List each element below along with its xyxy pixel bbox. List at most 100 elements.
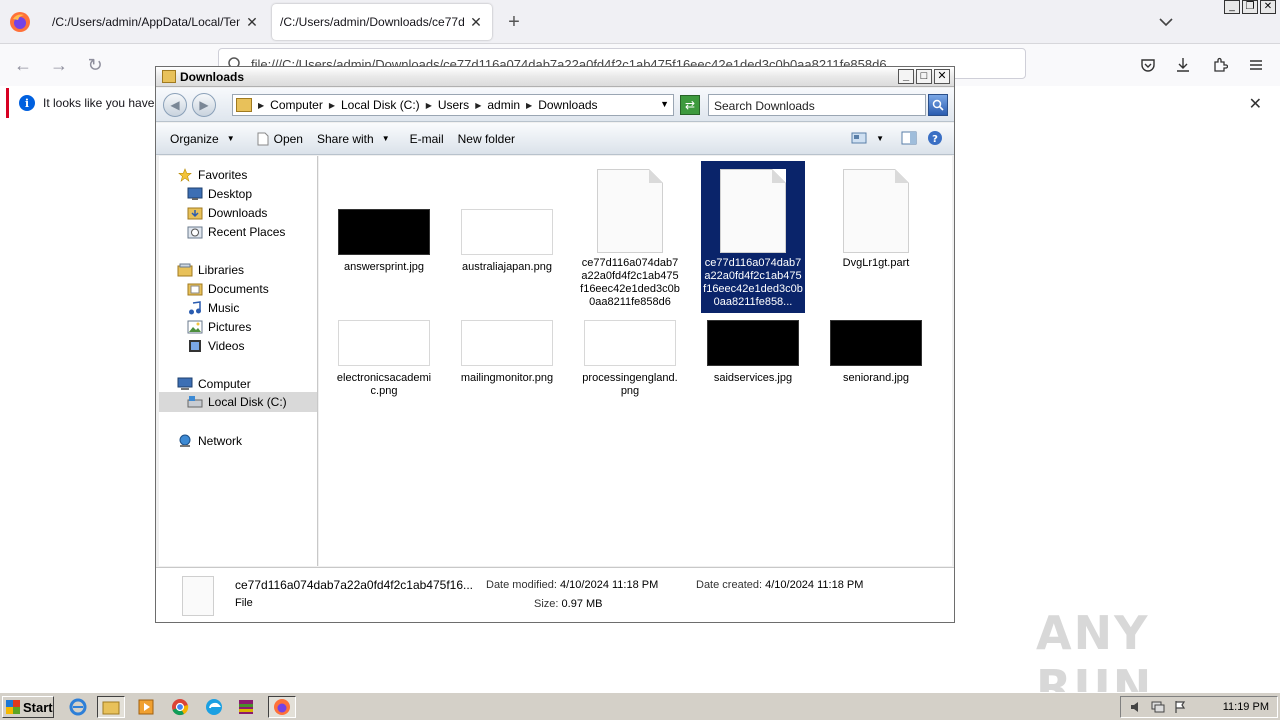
taskbar-explorer[interactable]	[97, 696, 125, 718]
breadcrumb-users[interactable]: Users ▶	[438, 98, 482, 112]
nav-item-documents[interactable]: Documents	[187, 280, 269, 298]
breadcrumb-downloads[interactable]: Downloads	[538, 98, 597, 112]
extensions-icon[interactable]	[1209, 54, 1231, 76]
restore-button[interactable]: ❐	[1242, 0, 1258, 14]
breadcrumb-computer[interactable]: Computer ▶	[270, 98, 335, 112]
pocket-icon[interactable]	[1137, 54, 1159, 76]
file-item[interactable]: electronicsacademic.png	[332, 320, 436, 400]
open-button[interactable]: Open	[257, 132, 303, 146]
help-icon[interactable]: ?	[926, 130, 944, 146]
change-view-icon[interactable]	[850, 130, 868, 146]
close-tab-icon[interactable]: ✕	[468, 14, 484, 30]
chevron-right-icon[interactable]: ▶	[475, 101, 481, 110]
minimize-button[interactable]: _	[1224, 0, 1240, 14]
new-tab-button[interactable]: +	[502, 10, 526, 34]
chevron-right-icon[interactable]: ▶	[329, 101, 335, 110]
nav-item-downloads[interactable]: Downloads	[187, 204, 267, 222]
nav-item-music[interactable]: Music	[187, 299, 239, 317]
nav-label: Downloads	[208, 206, 268, 220]
firefox-logo-icon[interactable]	[6, 8, 34, 36]
nav-item-pictures[interactable]: Pictures	[187, 318, 251, 336]
breadcrumb-label: admin	[487, 98, 521, 112]
address-bar[interactable]: ▶ Computer ▶ Local Disk (C:) ▶ Users ▶ admi…	[232, 94, 674, 116]
file-item[interactable]: processingengland.png	[578, 320, 682, 400]
menu-icon[interactable]	[1245, 54, 1267, 76]
date-created-value: 4/10/2024 11:18 PM	[765, 579, 864, 591]
close-window-button[interactable]: ✕	[1260, 0, 1276, 14]
folder-icon	[236, 98, 252, 112]
folder-icon	[102, 701, 120, 715]
clock: 11:19 PM	[1222, 701, 1269, 713]
organize-button[interactable]: Organize ▼	[170, 132, 235, 146]
new-folder-button[interactable]: New folder	[458, 132, 515, 146]
file-item[interactable]: DvgLr1gt.part	[824, 161, 928, 311]
details-date-created: Date created: 4/10/2024 11:18 PM	[696, 579, 863, 591]
tab-title: /C:/Users/admin/Downloads/ce77d116a...	[280, 15, 464, 29]
file-item[interactable]: answersprint.jpg	[332, 161, 436, 311]
file-item[interactable]: mailingmonitor.png	[455, 320, 559, 400]
maximize-button[interactable]: □	[916, 69, 932, 84]
nav-item-favorites[interactable]: Favorites	[177, 166, 247, 184]
chevron-down-icon[interactable]: ▼	[660, 99, 669, 109]
forward-arrow-icon[interactable]: →	[48, 54, 70, 76]
file-name: ce77d116a074dab7a22a0fd4f2c1ab475f16eec4…	[703, 257, 803, 308]
details-file-type: File	[235, 597, 253, 609]
taskbar-media-player[interactable]	[132, 696, 160, 718]
start-button[interactable]: Start	[2, 696, 54, 718]
breadcrumb-local-disk[interactable]: Local Disk (C:) ▶	[341, 98, 432, 112]
taskbar-edge[interactable]	[200, 696, 228, 718]
chevron-right-icon[interactable]: ▶	[258, 101, 264, 110]
download-icon[interactable]	[1172, 54, 1194, 76]
taskbar-chrome[interactable]	[166, 696, 194, 718]
tab-list-chevron-icon[interactable]	[1156, 12, 1176, 32]
browser-tab[interactable]: /C:/Users/admin/AppData/Local/Temp/... ✕	[44, 4, 268, 40]
breadcrumb-label: Computer	[270, 98, 323, 112]
file-item[interactable]: australiajapan.png	[455, 161, 559, 311]
back-arrow-icon[interactable]: ◀	[163, 93, 187, 117]
tab-title: /C:/Users/admin/AppData/Local/Temp/...	[52, 15, 240, 29]
nav-item-recent-places[interactable]: Recent Places	[187, 223, 285, 241]
nav-item-videos[interactable]: Videos	[187, 337, 244, 355]
search-input[interactable]: Search Downloads	[708, 94, 926, 116]
nav-label: Libraries	[198, 263, 245, 277]
nav-item-libraries[interactable]: Libraries	[177, 261, 244, 279]
close-window-button[interactable]: ✕	[934, 69, 950, 84]
back-arrow-icon[interactable]: ←	[12, 54, 34, 76]
taskbar: Start 11:19 PM	[0, 692, 1280, 720]
chevron-right-icon[interactable]: ▶	[426, 101, 432, 110]
forward-arrow-icon[interactable]: ▶	[192, 93, 216, 117]
chevron-down-icon[interactable]: ▼	[876, 134, 884, 143]
nav-label: Videos	[208, 339, 245, 353]
chevron-right-icon[interactable]: ▶	[526, 101, 532, 110]
flag-icon[interactable]	[1173, 700, 1187, 714]
search-icon[interactable]	[928, 94, 948, 116]
nav-item-computer[interactable]: Computer	[177, 375, 251, 393]
taskbar-firefox[interactable]	[268, 696, 296, 718]
share-with-button[interactable]: Share with ▼	[317, 132, 390, 146]
file-item[interactable]: ce77d116a074dab7a22a0fd4f2c1ab475f16eec4…	[578, 161, 682, 311]
nav-item-desktop[interactable]: Desktop	[187, 185, 252, 203]
volume-icon[interactable]	[1129, 700, 1143, 714]
folder-icon	[162, 70, 176, 83]
breadcrumb-admin[interactable]: admin ▶	[487, 98, 532, 112]
taskbar-internet-explorer[interactable]	[64, 696, 92, 718]
explorer-title-bar[interactable]: Downloads _ □ ✕	[156, 67, 954, 87]
taskbar-winrar[interactable]	[232, 696, 260, 718]
network-icon[interactable]	[1151, 700, 1165, 714]
file-name: ce77d116a074dab7a22a0fd4f2c1ab475f16eec4…	[580, 257, 680, 308]
star-icon	[178, 168, 192, 182]
preview-pane-icon[interactable]	[900, 130, 918, 146]
email-button[interactable]: E-mail	[410, 132, 444, 146]
file-item[interactable]: seniorand.jpg	[824, 320, 928, 400]
nav-item-network[interactable]: Network	[177, 432, 242, 450]
refresh-icon[interactable]: ⇄	[680, 95, 700, 115]
browser-tab-active[interactable]: /C:/Users/admin/Downloads/ce77d116a... ✕	[272, 4, 492, 40]
file-item[interactable]: saidservices.jpg	[701, 320, 805, 400]
minimize-button[interactable]: _	[898, 69, 914, 84]
pictures-icon	[187, 320, 203, 334]
file-item-selected[interactable]: ce77d116a074dab7a22a0fd4f2c1ab475f16eec4…	[701, 161, 805, 313]
close-notification-icon[interactable]: ✕	[1249, 94, 1262, 114]
reload-icon[interactable]: ↻	[84, 54, 106, 76]
nav-item-local-disk[interactable]: Local Disk (C:)	[159, 392, 317, 412]
close-tab-icon[interactable]: ✕	[244, 14, 260, 30]
